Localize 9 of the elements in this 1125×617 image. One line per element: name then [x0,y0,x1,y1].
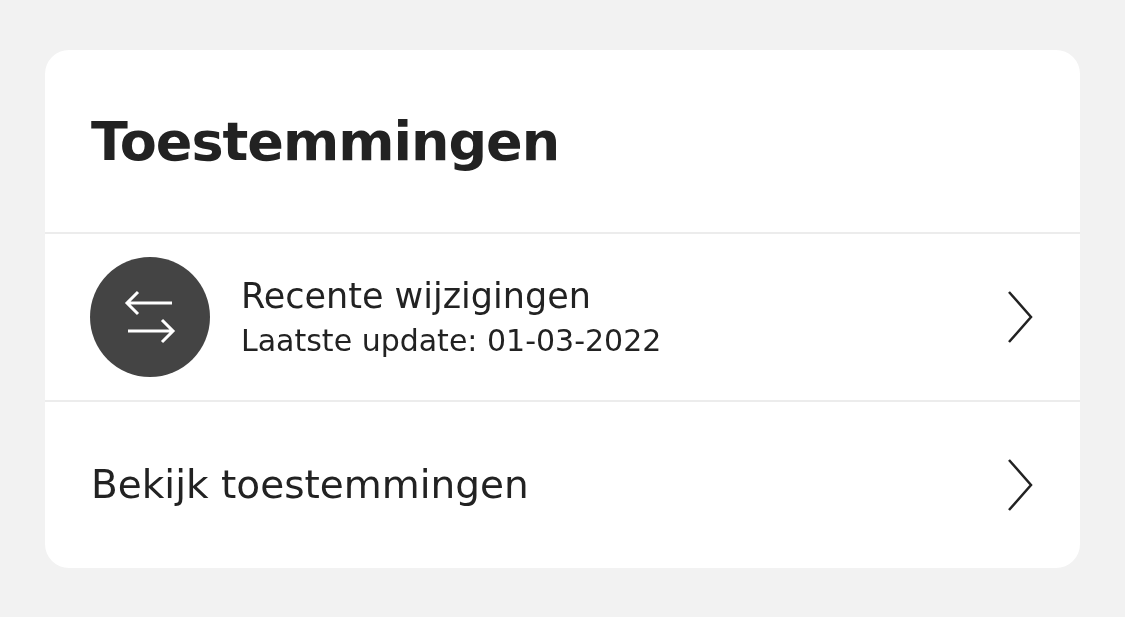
item-subtitle: Laatste update: 01-03-2022 [241,322,663,360]
item-title: Recente wijzigingen [241,275,592,318]
list-item[interactable]: Recente wijzigingen Laatste update: 01-03-2022 [45,234,1080,402]
chevron-right-icon [1006,457,1034,513]
section-title: Toestemmingen [91,108,560,175]
swap-arrows-icon [124,289,176,345]
item-title: Bekijk toestemmingen [91,460,530,509]
list-item[interactable]: Bekijk toestemmingen [45,402,1080,568]
chevron-right-icon [1006,289,1034,345]
